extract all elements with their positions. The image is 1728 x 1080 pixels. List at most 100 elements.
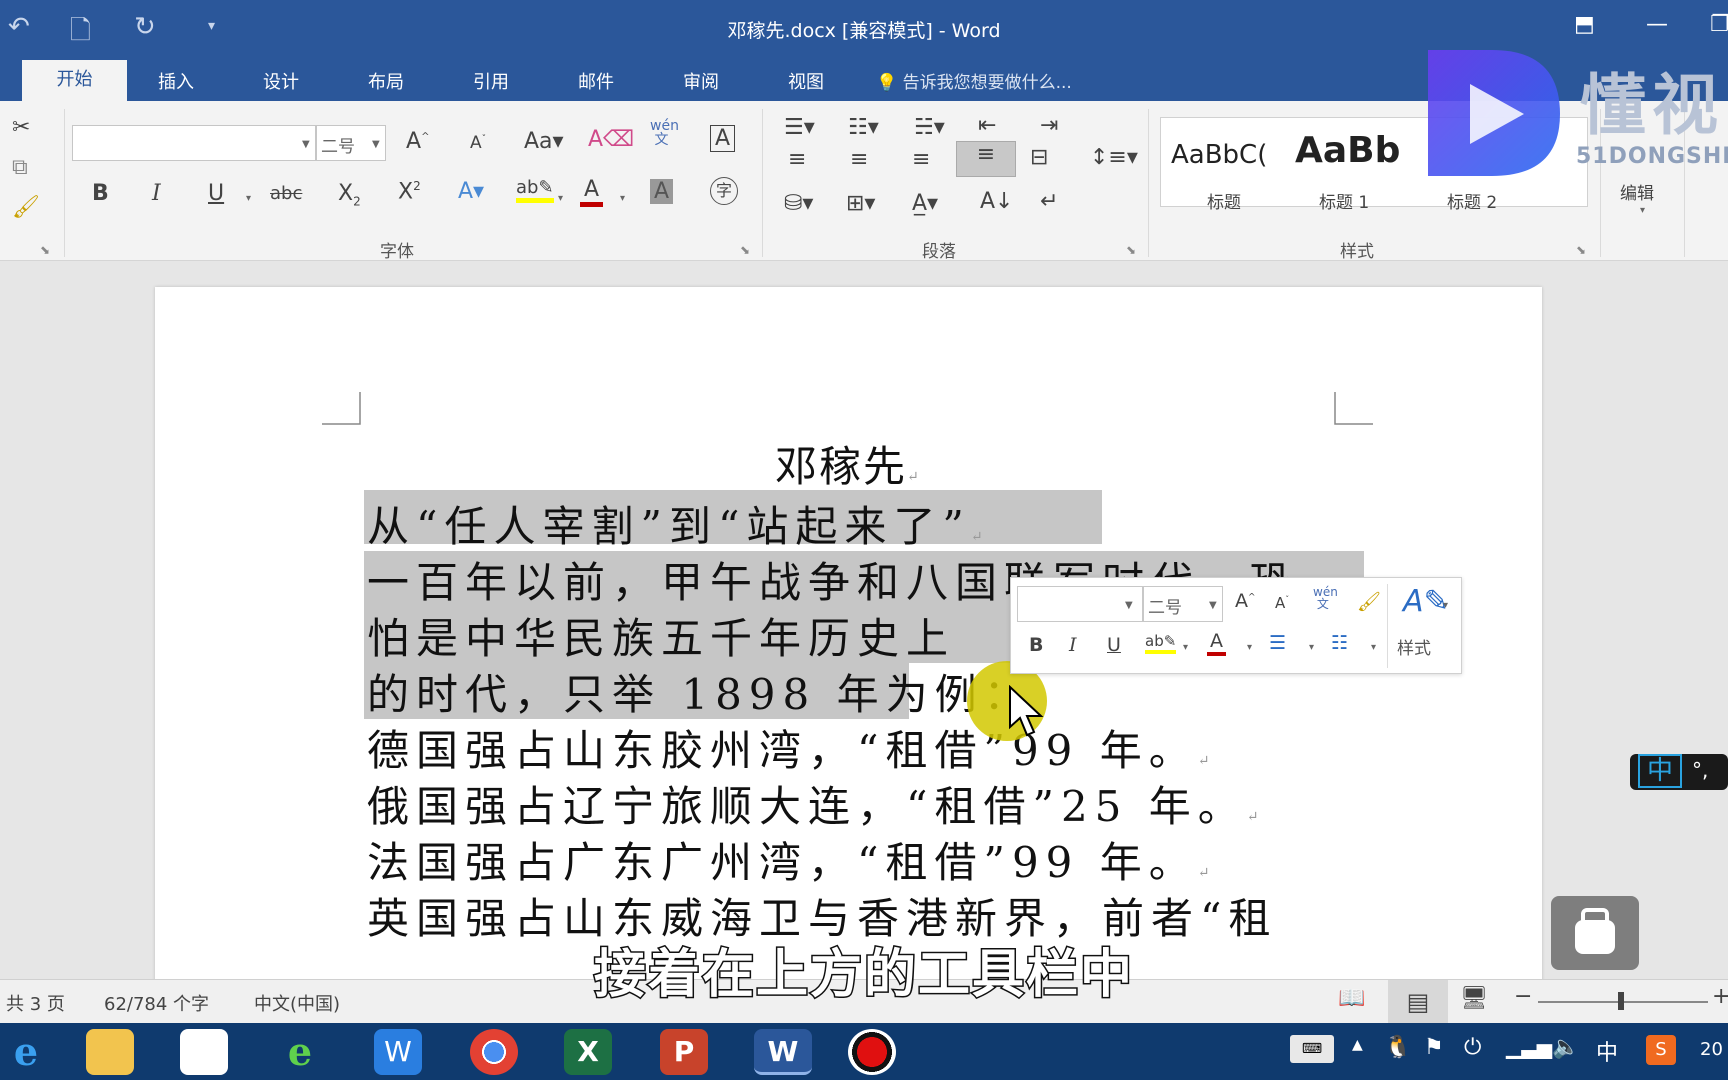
mini-italic-button[interactable]: I	[1069, 634, 1077, 656]
chevron-down-icon[interactable]: ▼	[1125, 600, 1133, 611]
word-icon[interactable]: W	[754, 1029, 812, 1075]
tab-home[interactable]: 开始	[22, 60, 127, 101]
action-center-flag-icon[interactable]: ⚑	[1424, 1035, 1444, 1060]
subscript-button[interactable]: X2	[338, 181, 361, 208]
wps-writer-icon[interactable]: W	[374, 1029, 422, 1075]
baidu-netdisk-icon[interactable]	[180, 1029, 228, 1075]
text-effects-icon[interactable]: A▾	[458, 179, 484, 204]
document-title[interactable]: 邓稼先↵	[775, 433, 919, 494]
tab-design[interactable]: 设计	[263, 68, 299, 94]
document-line[interactable]: 怕是中华民族五千年历史上	[367, 605, 955, 666]
font-name-combobox[interactable]	[72, 125, 316, 161]
chevron-down-icon[interactable]: ▾	[1247, 642, 1252, 653]
cut-icon[interactable]: ✂	[12, 115, 30, 140]
decrease-indent-icon[interactable]: ⇤	[978, 113, 996, 138]
shrink-font-icon[interactable]: Aˇ	[470, 133, 486, 153]
line-spacing-icon[interactable]: ↕≡▾	[1090, 145, 1138, 170]
align-left-icon[interactable]: ≡	[788, 147, 806, 172]
mini-styles-icon[interactable]: A✎	[1403, 584, 1449, 619]
copy-icon[interactable]: ⧉	[12, 155, 28, 180]
mini-font-color-icon[interactable]: A	[1207, 630, 1226, 656]
document-line[interactable]: 的时代，只举 1898 年为例：	[367, 661, 1033, 722]
chevron-down-icon[interactable]: ▼	[1209, 600, 1217, 611]
multilevel-list-icon[interactable]: ☵▾	[914, 115, 945, 140]
enclose-character-icon[interactable]: 字	[710, 177, 738, 205]
format-painter-icon[interactable]: 🖌	[12, 195, 40, 220]
chevron-down-icon[interactable]: ▾	[1443, 600, 1448, 611]
clear-formatting-icon[interactable]: A⌫	[588, 127, 634, 152]
tell-me-search[interactable]: 💡 告诉我您想要做什么...	[876, 68, 1072, 93]
ribbon-display-options-icon[interactable]: ⬒	[1574, 12, 1595, 37]
paragraph-launcher-icon[interactable]: ⬊	[1126, 243, 1136, 257]
distributed-icon[interactable]: ⊟	[1030, 145, 1048, 170]
highlight-color-icon[interactable]: ab✎	[516, 177, 554, 203]
chevron-down-icon[interactable]: ▾	[1640, 205, 1645, 216]
chevron-down-icon[interactable]: ▾	[1183, 642, 1188, 653]
volume-icon[interactable]: 🔈	[1552, 1035, 1579, 1060]
screen-recorder-icon[interactable]	[848, 1029, 896, 1075]
increase-indent-icon[interactable]: ⇥	[1040, 113, 1058, 138]
signal-icon[interactable]: ▁▃▅	[1506, 1035, 1552, 1059]
sort-icon[interactable]: A↓	[980, 189, 1013, 214]
tab-review[interactable]: 审阅	[683, 68, 719, 94]
chevron-down-icon[interactable]: ▼	[302, 139, 310, 150]
bold-button[interactable]: B	[92, 181, 109, 206]
tab-layout[interactable]: 布局	[368, 68, 404, 94]
maximize-button[interactable]: ❐	[1710, 12, 1728, 37]
mini-shrink-font-icon[interactable]: Aˇ	[1275, 594, 1289, 612]
ie-browser-icon[interactable]: e	[2, 1029, 50, 1075]
chrome-icon[interactable]	[470, 1029, 518, 1075]
tab-insert[interactable]: 插入	[158, 68, 194, 94]
chevron-down-icon[interactable]: ▾	[246, 193, 251, 204]
document-line[interactable]: 从“任人宰割”到“站起来了”↵	[367, 493, 983, 554]
show-paragraph-marks-icon[interactable]: ↵	[1040, 189, 1058, 214]
tab-mailings[interactable]: 邮件	[578, 68, 614, 94]
chevron-down-icon[interactable]: ▾	[1309, 642, 1314, 653]
font-launcher-icon[interactable]: ⬊	[740, 243, 750, 257]
bullets-icon[interactable]: ☰▾	[784, 115, 815, 140]
sogou-input-icon[interactable]: S	[1646, 1035, 1676, 1065]
document-line[interactable]: 德国强占山东胶州湾，“租借”99 年。↵	[367, 717, 1209, 778]
network-status-icon[interactable]: ⏻	[1464, 1035, 1481, 1060]
mini-underline-button[interactable]: U	[1107, 634, 1121, 656]
styles-launcher-icon[interactable]: ⬊	[1576, 243, 1586, 257]
justify-icon[interactable]: ≡	[956, 141, 1016, 177]
shading-icon[interactable]: ⛁▾	[784, 191, 813, 216]
mini-highlight-color-icon[interactable]: ab✎	[1145, 632, 1177, 654]
chevron-down-icon[interactable]: ▾	[620, 193, 625, 204]
mini-format-painter-icon[interactable]: 🖌	[1357, 590, 1381, 613]
file-explorer-icon[interactable]	[86, 1029, 134, 1075]
mini-phonetic-guide-icon[interactable]: wén 文	[1313, 586, 1338, 610]
tab-references[interactable]: 引用	[473, 68, 509, 94]
360-browser-icon[interactable]: e	[276, 1029, 324, 1075]
tab-view[interactable]: 视图	[788, 68, 824, 94]
align-center-icon[interactable]: ≡	[850, 147, 868, 172]
align-right-icon[interactable]: ≡	[912, 147, 930, 172]
document-line[interactable]: 俄国强占辽宁旅顺大连，“租借”25 年。↵	[367, 773, 1258, 834]
minimize-button[interactable]: —	[1646, 12, 1668, 37]
chinese-layout-icon[interactable]: A̲▾	[912, 191, 938, 216]
powerpoint-icon[interactable]: P	[660, 1029, 708, 1075]
chevron-down-icon[interactable]: ▾	[558, 193, 563, 204]
qq-icon[interactable]: 🐧	[1384, 1035, 1411, 1060]
mini-numbering-icon[interactable]: ☷	[1331, 632, 1348, 654]
keyboard-icon[interactable]: ⌨	[1290, 1035, 1334, 1063]
font-color-icon[interactable]: A	[580, 177, 604, 207]
character-border-icon[interactable]: A	[710, 125, 736, 152]
italic-button[interactable]: I	[152, 181, 161, 206]
clipboard-launcher-icon[interactable]: ⬊	[40, 243, 50, 257]
excel-icon[interactable]: X	[564, 1029, 612, 1075]
character-shading-icon[interactable]: A	[650, 179, 674, 204]
phonetic-guide-icon[interactable]: wén 文	[650, 119, 679, 147]
chevron-down-icon[interactable]: ▾	[1371, 642, 1376, 653]
numbering-icon[interactable]: ☷▾	[848, 115, 879, 140]
underline-button[interactable]: U	[208, 181, 224, 206]
grow-font-icon[interactable]: A^	[406, 129, 429, 154]
ime-indicator[interactable]: 中 °,	[1630, 754, 1728, 790]
mini-bullets-icon[interactable]: ☰	[1269, 632, 1286, 654]
strikethrough-button[interactable]: abc	[270, 183, 302, 204]
borders-icon[interactable]: ⊞▾	[846, 191, 875, 216]
mini-grow-font-icon[interactable]: A^	[1235, 590, 1256, 612]
mini-bold-button[interactable]: B	[1029, 634, 1043, 656]
chevron-down-icon[interactable]: ▼	[372, 139, 380, 150]
